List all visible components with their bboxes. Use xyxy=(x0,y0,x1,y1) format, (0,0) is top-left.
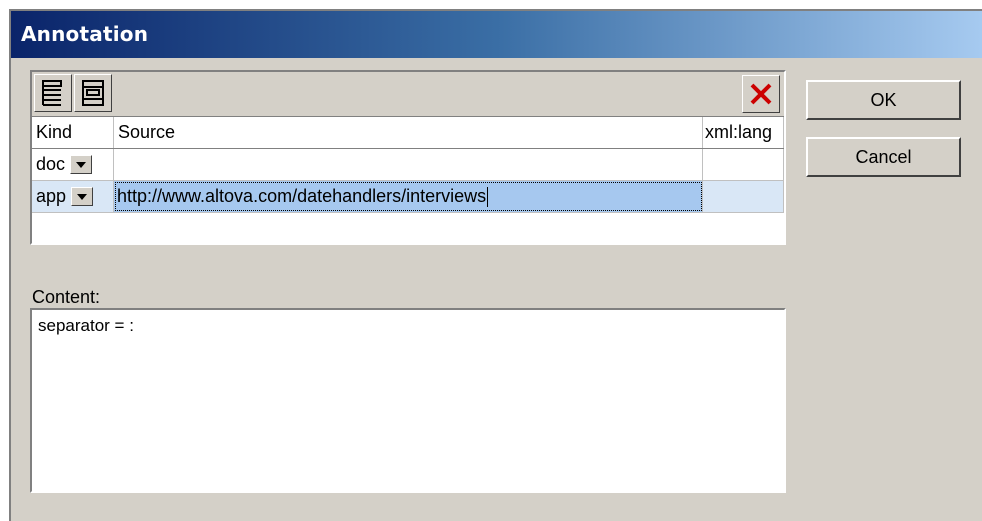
table-row[interactable]: doc xyxy=(32,149,784,181)
append-row-icon xyxy=(82,80,104,106)
grid-header-row: Kind Source xml:lang xyxy=(32,117,784,149)
content-textarea[interactable]: separator = : xyxy=(30,308,786,493)
kind-dropdown-button[interactable] xyxy=(71,187,94,206)
source-cell[interactable] xyxy=(114,149,703,180)
xml-lang-cell[interactable] xyxy=(703,149,784,180)
xml-lang-cell[interactable] xyxy=(703,181,784,212)
insert-row-button[interactable] xyxy=(34,74,72,112)
kind-value: doc xyxy=(36,154,66,174)
grid-toolbar xyxy=(32,72,784,117)
cancel-button[interactable]: Cancel xyxy=(806,137,961,177)
column-header-xml-lang[interactable]: xml:lang xyxy=(703,117,784,148)
column-header-kind[interactable]: Kind xyxy=(32,117,114,148)
kind-dropdown-button[interactable] xyxy=(70,155,93,174)
append-row-button[interactable] xyxy=(74,74,112,112)
source-cell-editor[interactable]: http://www.altova.com/datehandlers/inter… xyxy=(114,181,703,212)
content-label: Content: xyxy=(32,287,101,307)
text-caret xyxy=(487,186,489,207)
insert-row-icon xyxy=(42,80,62,106)
dialog-title: Annotation xyxy=(21,22,149,46)
table-row[interactable]: app http://www.altova.com/datehandlers/i… xyxy=(32,181,784,213)
column-header-source[interactable]: Source xyxy=(114,117,703,148)
delete-row-icon xyxy=(750,83,772,105)
delete-row-button[interactable] xyxy=(742,75,780,113)
title-bar[interactable]: Annotation xyxy=(11,11,982,58)
content-text: separator = : xyxy=(38,316,134,335)
ok-button[interactable]: OK xyxy=(806,80,961,120)
kind-cell[interactable]: doc xyxy=(32,149,114,180)
kind-value: app xyxy=(36,186,67,206)
source-value: http://www.altova.com/datehandlers/inter… xyxy=(117,186,487,206)
kind-cell[interactable]: app xyxy=(32,181,114,212)
annotation-grid: Kind Source xml:lang doc app http://www.… xyxy=(30,70,786,245)
